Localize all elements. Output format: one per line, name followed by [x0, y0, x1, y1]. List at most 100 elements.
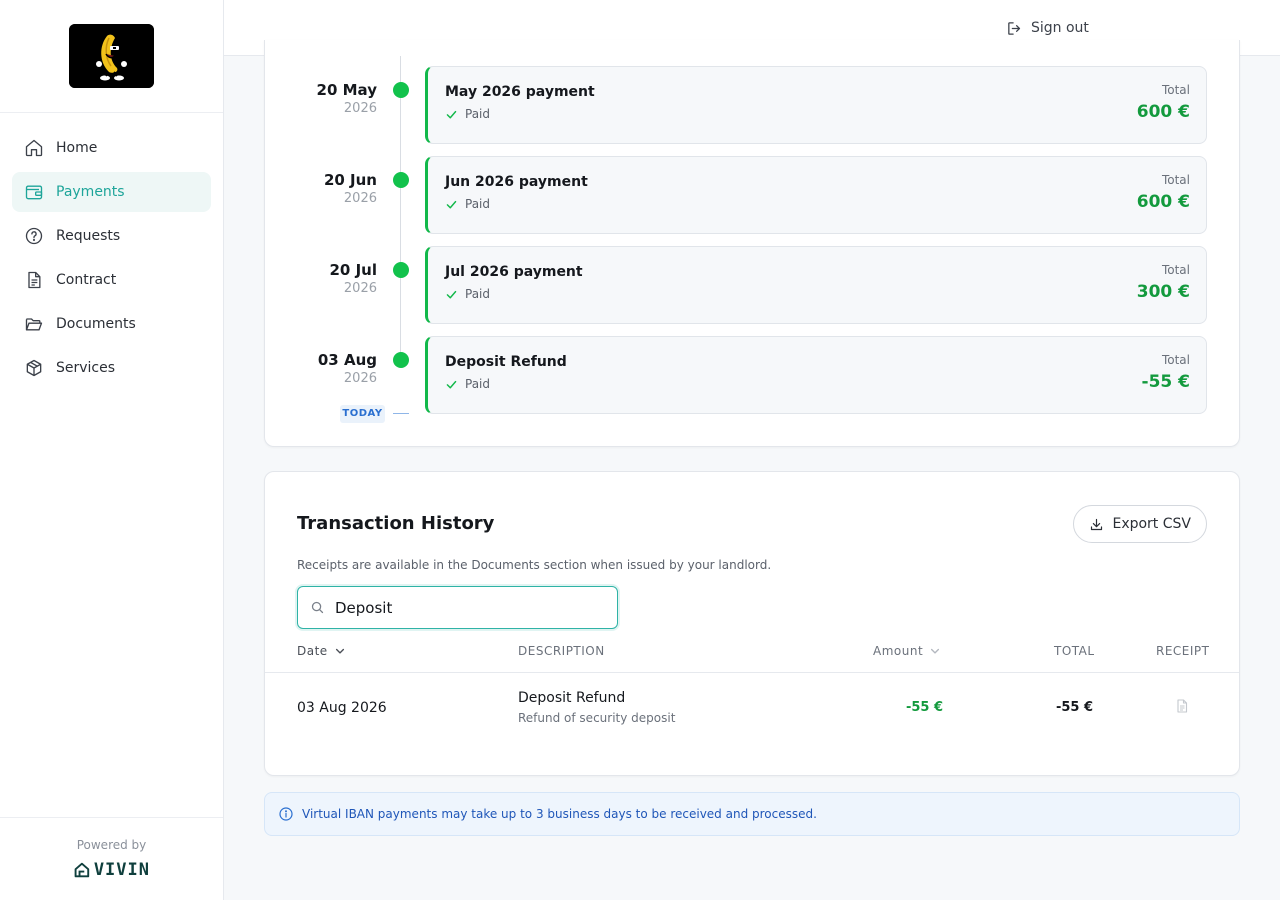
timeline-entry: 20 Jul 2026 Jul 2026 payment Paid Total …: [264, 246, 1240, 324]
payment-title: Deposit Refund: [445, 354, 567, 370]
payment-card[interactable]: Jul 2026 payment Paid Total 300 €: [425, 246, 1207, 324]
sidebar-item-services[interactable]: Services: [12, 348, 211, 388]
payment-total: -55 €: [1141, 372, 1190, 392]
column-header-description: DESCRIPTION: [518, 644, 605, 658]
total-label: Total: [1161, 353, 1190, 367]
vendor-logo: VIVIN: [74, 858, 150, 882]
check-icon: [446, 200, 457, 208]
payment-title: May 2026 payment: [445, 84, 595, 100]
sign-out-label: Sign out: [1031, 20, 1089, 36]
payment-status: Paid: [445, 107, 490, 121]
sidebar-divider: [0, 817, 223, 818]
payment-status-label: Paid: [465, 377, 491, 391]
row-description-detail: Refund of security deposit: [518, 711, 676, 725]
house-logo-icon: [74, 862, 90, 878]
column-header-label: Date: [297, 644, 328, 658]
timeline-year: 2026: [343, 281, 377, 296]
chevron-down-icon: [335, 648, 344, 654]
search-icon: [311, 601, 324, 614]
info-banner: Virtual IBAN payments may take up to 3 b…: [264, 792, 1240, 836]
column-header-date[interactable]: Date: [297, 644, 346, 658]
row-total: -55 €: [1055, 700, 1093, 715]
sidebar-item-contract[interactable]: Contract: [12, 260, 211, 300]
column-header-label: RECEIPT: [1156, 644, 1210, 658]
check-icon: [446, 110, 457, 118]
check-icon: [446, 290, 457, 298]
banana-mascot-icon: [69, 24, 154, 88]
sidebar: Home Payments Requests Contract Document…: [0, 0, 224, 900]
timeline-day: 20 May: [316, 81, 377, 99]
column-header-label: DESCRIPTION: [518, 644, 605, 658]
timeline-dot: [393, 82, 409, 98]
sidebar-nav: Home Payments Requests Contract Document…: [12, 128, 211, 392]
section-subtitle: Receipts are available in the Documents …: [297, 558, 772, 572]
payment-card[interactable]: Deposit Refund Paid Total -55 €: [425, 336, 1207, 414]
sidebar-item-documents[interactable]: Documents: [12, 304, 211, 344]
search-input[interactable]: [335, 598, 595, 617]
payment-card[interactable]: May 2026 payment Paid Total 600 €: [425, 66, 1207, 144]
payment-status-label: Paid: [465, 287, 491, 301]
column-header-total: TOTAL: [1054, 644, 1095, 658]
home-icon: [24, 138, 44, 158]
table-row[interactable]: 03 Aug 2026 Deposit Refund Refund of sec…: [265, 673, 1239, 745]
payment-total: 600 €: [1136, 102, 1190, 122]
row-date: 03 Aug 2026: [297, 700, 387, 716]
sidebar-item-home[interactable]: Home: [12, 128, 211, 168]
row-amount: -55 €: [905, 700, 943, 715]
payment-status: Paid: [445, 197, 490, 211]
sidebar-divider: [0, 112, 223, 113]
payment-total: 300 €: [1136, 282, 1190, 302]
column-header-label: Amount: [873, 644, 924, 658]
column-header-amount[interactable]: Amount: [873, 644, 941, 658]
sign-out-button[interactable]: Sign out: [1006, 16, 1089, 40]
timeline-day: 03 Aug: [317, 351, 377, 369]
sidebar-item-label: Payments: [56, 184, 125, 200]
timeline-date: 20 Jun 2026: [324, 170, 377, 208]
search-field[interactable]: [297, 586, 618, 629]
timeline-date: 20 Jul 2026: [330, 260, 378, 298]
total-label: Total: [1161, 263, 1190, 277]
timeline-dot: [393, 352, 409, 368]
payment-status-label: Paid: [465, 107, 491, 121]
banana-mascot-logo[interactable]: [69, 24, 154, 88]
column-header-label: TOTAL: [1054, 644, 1095, 658]
section-title: Transaction History: [297, 513, 495, 534]
export-csv-label: Export CSV: [1112, 516, 1191, 532]
timeline-year: 2026: [343, 371, 377, 386]
payment-total: 600 €: [1136, 192, 1190, 212]
total-label: Total: [1161, 83, 1190, 97]
sidebar-item-label: Services: [56, 360, 116, 376]
payment-card[interactable]: Jun 2026 payment Paid Total 600 €: [425, 156, 1207, 234]
timeline-date: 03 Aug 2026: [318, 350, 377, 388]
timeline-entry: 03 Aug 2026 Deposit Refund Paid Total -5…: [264, 336, 1240, 414]
sign-out-icon: [1008, 21, 1021, 35]
vendor-name: VIVIN: [93, 860, 150, 880]
powered-by-label: Powered by: [76, 838, 147, 852]
payment-status-label: Paid: [465, 197, 491, 211]
payment-status: Paid: [445, 377, 490, 391]
download-icon: [1091, 518, 1103, 530]
chevron-down-icon: [931, 648, 940, 654]
sidebar-item-label: Contract: [56, 272, 117, 288]
timeline-entry: 20 May 2026 May 2026 payment Paid Total …: [264, 66, 1240, 144]
payment-status: Paid: [445, 287, 490, 301]
timeline-year: 2026: [343, 191, 377, 206]
export-csv-button[interactable]: Export CSV: [1073, 505, 1207, 543]
question-circle-icon: [24, 226, 44, 246]
timeline-dot: [393, 262, 409, 278]
row-description: Deposit Refund: [518, 690, 626, 706]
sidebar-item-payments[interactable]: Payments: [12, 172, 211, 212]
timeline-date: 20 May 2026: [317, 80, 377, 118]
info-banner-text: Virtual IBAN payments may take up to 3 b…: [302, 807, 817, 821]
cube-icon: [24, 358, 44, 378]
folder-open-icon: [24, 314, 44, 334]
timeline-year: 2026: [343, 101, 377, 116]
wallet-icon: [24, 182, 44, 202]
check-icon: [446, 380, 457, 388]
payment-title: Jul 2026 payment: [445, 264, 583, 280]
timeline-dot: [393, 172, 409, 188]
today-marker: [393, 413, 409, 414]
sidebar-item-requests[interactable]: Requests: [12, 216, 211, 256]
info-icon: [279, 807, 293, 821]
timeline-entry: 20 Jun 2026 Jun 2026 payment Paid Total …: [264, 156, 1240, 234]
